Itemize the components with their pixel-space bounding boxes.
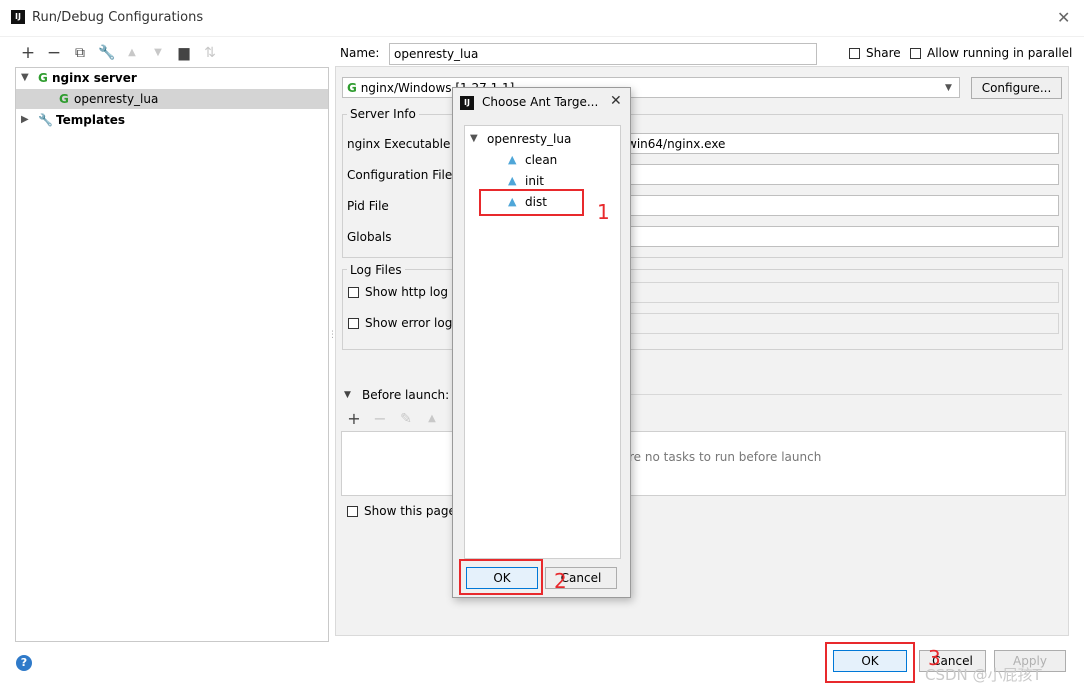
tree-root-label: openresty_lua bbox=[487, 132, 572, 146]
nginx-g-icon: G bbox=[38, 71, 48, 85]
nginx-g-icon: G bbox=[59, 92, 69, 106]
tree-label: openresty_lua bbox=[74, 92, 159, 106]
name-field[interactable]: openresty_lua bbox=[389, 43, 817, 65]
close-icon[interactable]: ✕ bbox=[610, 93, 622, 109]
nginx-executable-label: nginx Executable bbox=[347, 137, 451, 151]
app-icon: IJ bbox=[460, 96, 474, 110]
chevron-down-icon[interactable]: ▼ bbox=[945, 78, 952, 97]
show-this-page-label: Show this page bbox=[364, 504, 456, 518]
close-icon[interactable]: ✕ bbox=[1057, 8, 1070, 27]
nginx-select[interactable]: G nginx/Windows [1.27.1.1] ▼ bbox=[342, 77, 960, 98]
show-this-page-checkbox[interactable] bbox=[347, 506, 358, 517]
annotation-box-2 bbox=[459, 559, 543, 595]
show-error-log-label: Show error log bbox=[365, 316, 453, 330]
annotation-box-1 bbox=[479, 189, 584, 216]
help-icon[interactable]: ? bbox=[16, 655, 32, 671]
parallel-checkbox[interactable] bbox=[910, 48, 921, 59]
watermark: CSDN @小屁孩T bbox=[925, 666, 1042, 684]
title-bar: IJ Run/Debug Configurations ✕ bbox=[0, 0, 1084, 37]
minus-icon[interactable]: − bbox=[372, 411, 388, 427]
before-launch-list[interactable]: re no tasks to run before launch bbox=[341, 431, 1066, 496]
ant-target-icon: ▲ bbox=[508, 174, 517, 187]
configure-button[interactable]: Configure... bbox=[971, 77, 1062, 99]
tree-item-root[interactable]: ▼ openresty_lua bbox=[465, 129, 620, 149]
annotation-box-3 bbox=[825, 642, 915, 683]
wrench-icon: 🔧 bbox=[38, 113, 53, 127]
window-title: Run/Debug Configurations bbox=[32, 10, 204, 25]
ant-target-label: clean bbox=[525, 153, 558, 167]
chevron-down-icon[interactable]: ▼ bbox=[344, 390, 351, 400]
dialog-title: Choose Ant Targe... bbox=[482, 95, 599, 109]
tree-label: nginx server bbox=[52, 71, 137, 85]
wrench-icon[interactable]: 🔧 bbox=[98, 45, 115, 61]
new-folder-icon[interactable]: ▆ bbox=[176, 45, 192, 61]
pid-file-label: Pid File bbox=[347, 199, 389, 213]
ant-target-icon: ▲ bbox=[508, 153, 517, 166]
log-files-legend: Log Files bbox=[347, 263, 405, 277]
name-label: Name: bbox=[340, 46, 380, 60]
splitter-handle-icon[interactable]: ⋮ bbox=[328, 330, 337, 340]
copy-icon[interactable]: ⧉ bbox=[72, 45, 88, 61]
show-http-log-label: Show http log bbox=[365, 285, 448, 299]
tree-item-openresty-lua[interactable]: G openresty_lua bbox=[16, 89, 328, 109]
show-error-log-checkbox[interactable] bbox=[348, 318, 359, 329]
no-tasks-text: re no tasks to run before launch bbox=[629, 450, 822, 464]
chevron-down-icon[interactable]: ▼ bbox=[21, 68, 29, 88]
parallel-label: Allow running in parallel bbox=[927, 46, 1073, 60]
arrow-up-icon[interactable]: ▲ bbox=[124, 45, 140, 61]
choose-ant-target-dialog: IJ Choose Ant Targe... ✕ ▼ openresty_lua… bbox=[452, 87, 631, 598]
nginx-executable-value: win64/nginx.exe bbox=[627, 137, 726, 151]
tree-item-init[interactable]: ▲ init bbox=[465, 171, 620, 191]
sort-icon[interactable]: ⇅ bbox=[202, 45, 218, 61]
share-checkbox[interactable] bbox=[849, 48, 860, 59]
edit-icon[interactable]: ✎ bbox=[398, 411, 414, 427]
app-icon: IJ bbox=[11, 10, 25, 24]
config-toolbar: + − ⧉ 🔧 ▲ ▼ ▆ ⇅ bbox=[20, 45, 230, 63]
annotation-number-1: 1 bbox=[597, 200, 610, 224]
arrow-down-icon[interactable]: ▼ bbox=[150, 45, 166, 61]
globals-label: Globals bbox=[347, 230, 392, 244]
arrow-up-icon[interactable]: ▲ bbox=[424, 411, 440, 427]
nginx-g-icon: G bbox=[347, 81, 357, 95]
configuration-file-label: Configuration File bbox=[347, 168, 453, 182]
share-label: Share bbox=[866, 46, 901, 60]
ant-target-label: init bbox=[525, 174, 544, 188]
show-http-log-checkbox[interactable] bbox=[348, 287, 359, 298]
tree-item-clean[interactable]: ▲ clean bbox=[465, 150, 620, 170]
plus-icon[interactable]: + bbox=[346, 411, 362, 427]
chevron-right-icon[interactable]: ▶ bbox=[21, 110, 29, 130]
minus-icon[interactable]: − bbox=[46, 45, 62, 62]
config-tree: ▼ G nginx server G openresty_lua ▶ 🔧 Tem… bbox=[15, 67, 329, 642]
tree-item-templates[interactable]: ▶ 🔧 Templates bbox=[16, 110, 328, 130]
tree-label: Templates bbox=[56, 113, 126, 127]
plus-icon[interactable]: + bbox=[20, 45, 36, 62]
tree-item-nginx-server[interactable]: ▼ G nginx server bbox=[16, 68, 328, 88]
annotation-number-2: 2 bbox=[554, 569, 567, 593]
server-info-legend: Server Info bbox=[347, 107, 419, 121]
chevron-down-icon[interactable]: ▼ bbox=[470, 129, 478, 149]
